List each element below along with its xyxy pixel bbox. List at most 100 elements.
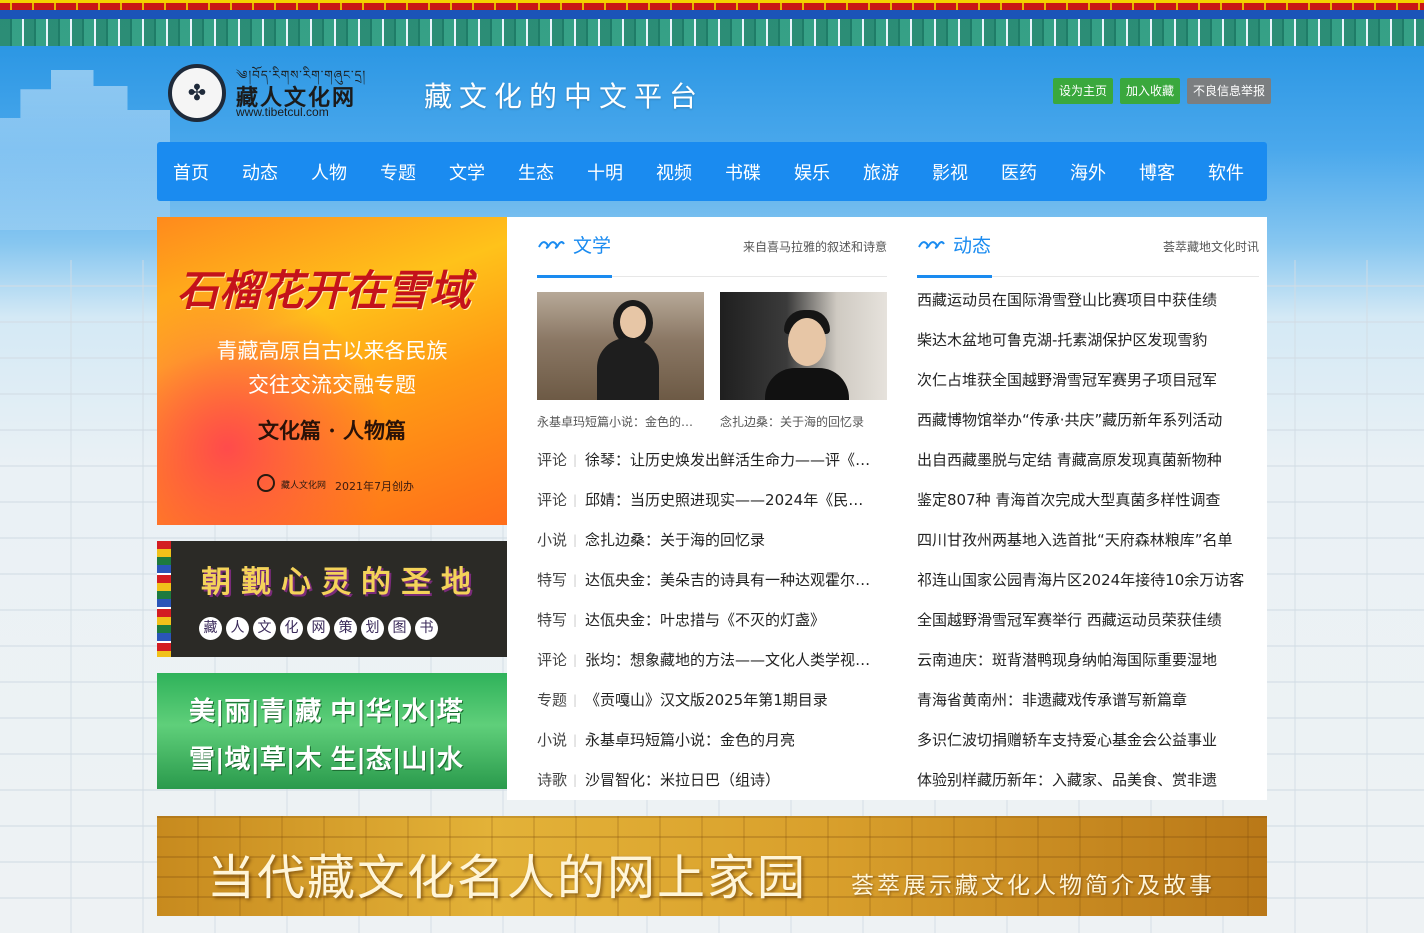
top-links: 设为主页 加入收藏 不良信息举报 — [1053, 78, 1272, 104]
list-item[interactable]: 小说 | 永基卓玛短篇小说：金色的月亮 — [537, 720, 887, 760]
literature-list: 评论 | 徐琴：让历史焕发出鲜活生命力——评《石榴花开》 评论 | 邱婧：当历史照进现实… — [537, 440, 887, 800]
item-category[interactable]: 专题 — [537, 680, 569, 720]
literature-subtitle: 来自喜马拉雅的叙述和诗意 — [742, 240, 887, 254]
item-category[interactable]: 诗歌 — [537, 760, 569, 800]
report-button[interactable]: 不良信息举报 — [1187, 78, 1272, 104]
news-item[interactable]: 西藏运动员在国际滑雪登山比赛项目中获佳绩 — [917, 280, 1267, 320]
nav-item-blog[interactable]: 博客 — [1139, 159, 1175, 185]
nav-item-ten-sciences[interactable]: 十明 — [587, 159, 623, 185]
list-item[interactable]: 评论 | 邱婧：当历史照进现实——2024年《民族文学》藏族作家作品综述 — [537, 480, 887, 520]
item-category[interactable]: 特写 — [537, 600, 569, 640]
circle-char: 人 — [226, 617, 249, 640]
news-item[interactable]: 祁连山国家公园青海片区2024年接待10余万访客 — [917, 560, 1267, 600]
item-title[interactable]: 达佤央金：叶忠措与《不灭的灯盏》 — [585, 600, 825, 640]
item-title[interactable]: 《贡嘎山》汉文版2025年第1期目录 — [585, 680, 828, 720]
site-slogan: 藏文化的中文平台 — [424, 80, 705, 113]
item-title[interactable]: 念扎边桑：关于海的回忆录 — [585, 520, 765, 560]
literature-title[interactable]: 文学 — [573, 231, 611, 258]
border-blue-band — [0, 10, 1424, 19]
nav-item-overseas[interactable]: 海外 — [1070, 159, 1106, 185]
mini-logo-text: 藏人文化网 — [281, 481, 327, 491]
nav-item-ecology[interactable]: 生态 — [518, 159, 554, 185]
item-title[interactable]: 达佤央金：美朵吉的诗具有一种达观霍尔的诗性 — [585, 560, 875, 600]
list-item[interactable]: 专题 | 《贡嘎山》汉文版2025年第1期目录 — [537, 680, 887, 720]
beauty-line1: 美|丽|青|藏 中|华|水|塔 — [189, 697, 463, 727]
nav-item-film[interactable]: 影视 — [932, 159, 968, 185]
item-category[interactable]: 特写 — [537, 560, 569, 600]
item-category[interactable]: 评论 — [537, 440, 569, 480]
news-item[interactable]: 西藏博物馆举办“传承·共庆”藏历新年系列活动 — [917, 400, 1267, 440]
nav-item-people[interactable]: 人物 — [311, 159, 347, 185]
item-title[interactable]: 徐琴：让历史焕发出鲜活生命力——评《石榴花开》 — [585, 440, 875, 480]
beauty-banner[interactable]: 美|丽|青|藏 中|华|水|塔 雪|域|草|木 生|态|山|水 — [157, 673, 507, 789]
news-item[interactable]: 体验别样藏历新年：入藏家、品美食、赏非遗 — [917, 760, 1267, 800]
main-nav: 首页 动态 人物 专题 文学 生态 十明 视频 书碟 娱乐 旅游 影视 医药 海… — [157, 142, 1267, 201]
nav-item-home[interactable]: 首页 — [173, 159, 209, 185]
news-item[interactable]: 全国越野滑雪冠军赛举行 西藏运动员荣获佳绩 — [917, 600, 1267, 640]
logo-emblem-icon: ✤ — [168, 64, 226, 122]
list-item[interactable]: 特写 | 达佤央金：美朵吉的诗具有一种达观霍尔的诗性 — [537, 560, 887, 600]
list-item[interactable]: 评论 | 徐琴：让历史焕发出鲜活生命力——评《石榴花开》 — [537, 440, 887, 480]
bottom-banner-sub: 荟萃展示藏文化人物简介及故事 — [851, 873, 1215, 899]
celebrity-home-banner[interactable]: 当代藏文化名人的网上家园 荟萃展示藏文化人物简介及故事 — [157, 816, 1267, 916]
nav-item-medicine[interactable]: 医药 — [1001, 159, 1037, 185]
pilgrimage-banner[interactable]: 朝觐心灵的圣地 藏 人 文 化 网 策 划 图 书 — [157, 541, 507, 657]
news-item[interactable]: 柴达木盆地可鲁克湖-托素湖保护区发现雪豹 — [917, 320, 1267, 360]
separator: | — [573, 773, 578, 787]
nav-item-video[interactable]: 视频 — [656, 159, 692, 185]
item-category[interactable]: 小说 — [537, 520, 569, 560]
site-logo[interactable]: ✤ ༄།བོད་རིགས་རིག་གཞུང་དྲ། 藏人文化网 www.tibe… — [168, 62, 368, 122]
circle-char: 化 — [280, 617, 303, 640]
item-title[interactable]: 张均：想象藏地的方法——文化人类学视野中的藏地写作 — [585, 640, 875, 680]
top-decorative-border — [0, 0, 1424, 46]
news-item[interactable]: 次仁占堆获全国越野滑雪冠军赛男子项目冠军 — [917, 360, 1267, 400]
nav-item-news[interactable]: 动态 — [242, 159, 278, 185]
pomegranate-line1: 青藏高原自古以来各民族 — [216, 339, 448, 363]
item-title[interactable]: 邱婧：当历史照进现实——2024年《民族文学》藏族作家作品综述 — [585, 480, 875, 520]
beauty-line2: 雪|域|草|木 生|态|山|水 — [189, 745, 463, 775]
news-list: 西藏运动员在国际滑雪登山比赛项目中获佳绩 柴达木盆地可鲁克湖-托素湖保护区发现雪… — [917, 280, 1267, 800]
border-teeth-band — [0, 19, 1424, 46]
news-item[interactable]: 出自西藏墨脱与定结 青藏高原发现真菌新物种 — [917, 440, 1267, 480]
bottom-banner-main: 当代藏文化名人的网上家园 — [207, 850, 808, 906]
separator: | — [573, 533, 578, 547]
photo-caption[interactable]: 念扎边桑：关于海的回忆录 — [720, 413, 887, 430]
border-red-band — [0, 0, 1424, 10]
item-category[interactable]: 小说 — [537, 720, 569, 760]
item-title[interactable]: 永基卓玛短篇小说：金色的月亮 — [585, 720, 795, 760]
add-favorite-button[interactable]: 加入收藏 — [1120, 78, 1181, 104]
pomegranate-title: 石榴花开在雪域 — [177, 266, 472, 315]
news-item[interactable]: 多识仁波切捐赠轿车支持爱心基金会公益事业 — [917, 720, 1267, 760]
list-item[interactable]: 诗歌 | 沙冒智化：米拉日巴（组诗） — [537, 760, 887, 800]
news-title[interactable]: 动态 — [953, 231, 991, 258]
separator: | — [573, 493, 578, 507]
list-item[interactable]: 评论 | 张均：想象藏地的方法——文化人类学视野中的藏地写作 — [537, 640, 887, 680]
news-item[interactable]: 四川甘孜州两基地入选首批“天府森林粮库”名单 — [917, 520, 1267, 560]
item-title[interactable]: 沙冒智化：米拉日巴（组诗） — [585, 760, 780, 800]
item-category[interactable]: 评论 — [537, 480, 569, 520]
pomegranate-banner[interactable]: 石榴花开在雪域 青藏高原自古以来各民族 交往交流交融专题 文化篇 · 人物篇 藏… — [157, 217, 507, 525]
nav-item-software[interactable]: 软件 — [1208, 159, 1244, 185]
wave-icon — [918, 241, 945, 249]
news-item[interactable]: 云南迪庆：斑背潜鸭现身纳帕海国际重要湿地 — [917, 640, 1267, 680]
article-photo-man[interactable] — [720, 292, 887, 400]
list-item[interactable]: 小说 | 念扎边桑：关于海的回忆录 — [537, 520, 887, 560]
nav-item-entertainment[interactable]: 娱乐 — [794, 159, 830, 185]
nav-item-travel[interactable]: 旅游 — [863, 159, 899, 185]
news-subtitle: 荟萃藏地文化时讯 — [1162, 240, 1259, 254]
separator: | — [573, 653, 578, 667]
set-homepage-button[interactable]: 设为主页 — [1053, 78, 1114, 104]
article-photo-woman[interactable] — [537, 292, 704, 400]
nav-item-books[interactable]: 书碟 — [725, 159, 761, 185]
nav-item-topics[interactable]: 专题 — [380, 159, 416, 185]
pomegranate-line2: 交往交流交融专题 — [248, 373, 416, 397]
item-category[interactable]: 评论 — [537, 640, 569, 680]
circle-char: 文 — [253, 617, 276, 640]
list-item[interactable]: 特写 | 达佤央金：叶忠措与《不灭的灯盏》 — [537, 600, 887, 640]
palace-silhouette — [0, 70, 170, 230]
news-item[interactable]: 青海省黄南州：非遗藏戏传承谱写新篇章 — [917, 680, 1267, 720]
news-item[interactable]: 鉴定807种 青海首次完成大型真菌多样性调查 — [917, 480, 1267, 520]
photo-caption[interactable]: 永基卓玛短篇小说：金色的月亮 — [537, 413, 704, 430]
nav-item-literature[interactable]: 文学 — [449, 159, 485, 185]
separator: | — [573, 733, 578, 747]
